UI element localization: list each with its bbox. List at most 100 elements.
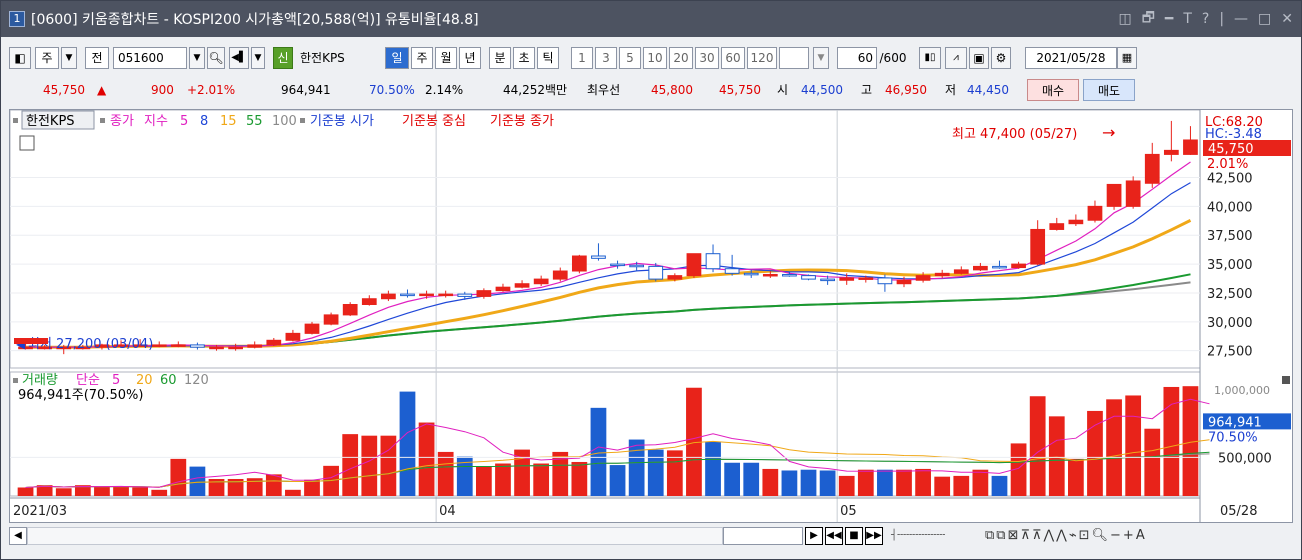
stock-code-input[interactable]: 051600 <box>113 47 187 69</box>
volume-bar <box>514 449 530 496</box>
pin-icon[interactable]: ━ <box>1165 11 1173 27</box>
zoom-slider[interactable]: ┤╌╌╌╌╌╌╌╌ <box>891 527 981 545</box>
price-up-arrow: ▲ <box>97 83 107 97</box>
text-icon[interactable]: T <box>1183 11 1192 27</box>
candle-body <box>934 272 950 277</box>
date-label-apr: 04 <box>439 504 456 519</box>
candle-body <box>820 278 835 282</box>
save-icon[interactable]: ▣ <box>969 47 989 69</box>
table-icon <box>19 135 35 151</box>
candle-body <box>533 278 549 285</box>
restore-icon[interactable]: 🗗 <box>1142 7 1155 31</box>
candle-body <box>209 346 224 350</box>
interval-20[interactable]: 20 <box>669 47 693 69</box>
open-label: 시 <box>777 83 789 97</box>
code-dropdown-icon[interactable]: ▼ <box>189 47 205 69</box>
date-input[interactable]: 2021/05/28 <box>1025 47 1117 69</box>
display-count-input[interactable]: 60 <box>837 47 877 69</box>
price-change: 900 <box>151 83 174 97</box>
stop-icon[interactable]: ■ <box>845 527 863 545</box>
ask-price: 45,800 <box>651 83 693 97</box>
period-yearly[interactable]: 년 <box>459 47 481 69</box>
maximize-icon[interactable]: □ <box>1258 11 1271 27</box>
drawing-tools[interactable]: ⧉⧉⊠⊼⊼⋀⋀⌁⊡🔍︎−+A <box>985 527 1285 545</box>
volume-bar <box>953 475 970 496</box>
minimize-icon[interactable]: — <box>1234 11 1248 27</box>
interval-10[interactable]: 10 <box>643 47 667 69</box>
interval-120[interactable]: 120 <box>747 47 777 69</box>
candle-body <box>877 277 893 285</box>
price-axis-label: 30,000 <box>1207 316 1253 331</box>
prev-stock-icon[interactable]: ◀▌ <box>229 47 249 69</box>
prefix-button[interactable]: 전 <box>85 47 109 69</box>
rewind-icon[interactable]: ◀◀ <box>825 527 843 545</box>
interval-custom-input[interactable] <box>779 47 809 69</box>
interval-3[interactable]: 3 <box>595 47 617 69</box>
period-tick[interactable]: 틱 <box>537 47 559 69</box>
candle-body <box>801 275 816 280</box>
search-icon[interactable]: 🔍︎ <box>207 47 225 69</box>
volume-bar <box>819 470 836 496</box>
low-price: 44,450 <box>967 83 1009 97</box>
candle-body <box>342 304 358 316</box>
play-icon[interactable]: ▶ <box>805 527 823 545</box>
volume-bar <box>1125 395 1142 496</box>
candle-body <box>992 265 1007 269</box>
help-icon[interactable]: ? <box>1202 11 1209 27</box>
candle-body <box>438 293 454 297</box>
interval-5[interactable]: 5 <box>619 47 641 69</box>
best-quote-label: 최우선 <box>587 83 621 97</box>
type-dropdown-icon[interactable]: ▼ <box>61 47 77 69</box>
volume-legend-simple: 단순 <box>76 373 100 388</box>
candle-body <box>1087 205 1103 221</box>
stock-nav-dropdown-icon[interactable]: ▼ <box>251 47 265 69</box>
trade-amount: 44,252백만 <box>503 83 568 97</box>
volume-bar <box>896 469 912 496</box>
volume-bar <box>590 407 607 496</box>
sell-button[interactable]: 매도 <box>1083 79 1135 101</box>
period-monthly[interactable]: 월 <box>435 47 457 69</box>
compare-icon[interactable]: ⩘ <box>945 47 967 69</box>
volume-bar <box>170 458 187 496</box>
scroll-track[interactable] <box>27 527 723 545</box>
candle-body <box>552 270 568 280</box>
volume-bar <box>1048 416 1065 496</box>
volume-bar <box>972 469 989 496</box>
period-weekly[interactable]: 주 <box>411 47 433 69</box>
interval-1[interactable]: 1 <box>571 47 593 69</box>
interval-30[interactable]: 30 <box>695 47 719 69</box>
type-select[interactable]: 주 <box>35 47 59 69</box>
panel-toggle-icon[interactable]: ◧ <box>9 47 31 69</box>
candle-body <box>915 275 931 281</box>
candle-icon[interactable]: ▮▯ <box>919 47 941 69</box>
legend-close: 종가 <box>110 114 134 129</box>
interval-60[interactable]: 60 <box>721 47 745 69</box>
close-icon[interactable]: ✕ <box>1281 11 1293 27</box>
fast-forward-icon[interactable]: ▶▶ <box>865 527 883 545</box>
candle-body <box>323 314 339 325</box>
period-daily[interactable]: 일 <box>385 47 409 69</box>
period-second[interactable]: 초 <box>513 47 535 69</box>
volume-bar <box>55 488 72 496</box>
volume-bar <box>800 469 817 496</box>
chart-area[interactable]: 42,500 40,000 37,500 35,000 32,500 30,000 27,5… <box>9 109 1293 523</box>
chart-svg[interactable]: 42,500 40,000 37,500 35,000 32,500 30,000 27,5… <box>9 109 1292 522</box>
volume-bar <box>743 462 760 496</box>
candle-body <box>190 344 205 348</box>
interval-dropdown-icon[interactable]: ▼ <box>813 47 829 69</box>
price-change-pct: +2.01% <box>187 83 236 97</box>
layout-icon[interactable]: ◫ <box>1118 11 1131 27</box>
scroll-left-icon[interactable]: ◀ <box>9 527 27 545</box>
buy-button[interactable]: 매수 <box>1027 79 1079 101</box>
scroll-thumb[interactable] <box>723 527 803 545</box>
period-minute[interactable]: 분 <box>489 47 511 69</box>
legend-ma-8: 8 <box>200 114 208 129</box>
turnover-rate: 2.14% <box>425 83 464 97</box>
gear-icon[interactable]: ⚙ <box>991 47 1011 69</box>
volume-bar <box>151 489 168 496</box>
legend-ma-55: 55 <box>246 114 263 129</box>
calendar-icon[interactable]: ▦ <box>1117 47 1137 69</box>
title-bar[interactable]: 1 [0600] 키움종합차트 - KOSPI200 시가총액[20,588(억… <box>1 1 1301 37</box>
volume-axis-top-label: 1,000,000 <box>1214 384 1270 397</box>
legend-square-icon <box>300 118 305 123</box>
